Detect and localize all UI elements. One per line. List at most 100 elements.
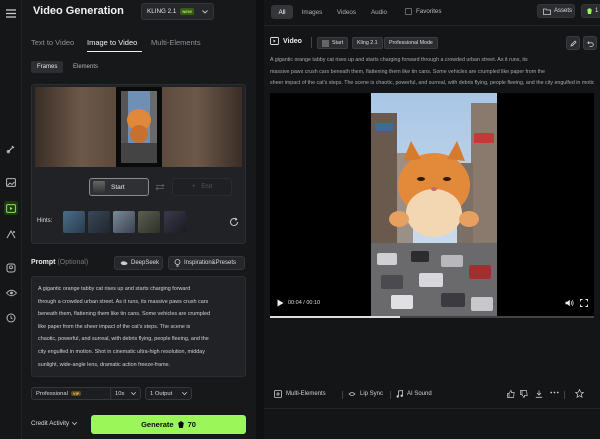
output-count-select[interactable]: 1 Output <box>145 387 192 400</box>
swap-icon[interactable] <box>155 183 165 191</box>
filter-audio[interactable]: Audio <box>367 5 391 19</box>
deepseek-button[interactable]: DeepSeek <box>114 256 163 270</box>
credits-button[interactable]: 1 <box>581 4 600 18</box>
start-frame-label: Start <box>111 183 125 191</box>
page-title: Video Generation <box>33 5 124 17</box>
play-icon[interactable] <box>277 299 284 307</box>
video-section-title: Video <box>270 37 302 45</box>
preview-thumbnail <box>116 87 162 167</box>
hint-thumb-4[interactable] <box>138 211 160 233</box>
tab-image-to-video[interactable]: Image to Video <box>87 38 137 47</box>
hint-thumb-3[interactable] <box>113 211 135 233</box>
filter-all[interactable]: All <box>271 5 293 19</box>
hint-thumb-2[interactable] <box>88 211 110 233</box>
pencil-icon <box>569 39 577 47</box>
image-icon[interactable] <box>4 175 18 189</box>
tag-start-label: Start <box>332 40 344 46</box>
duration-value: 10s <box>115 390 125 397</box>
end-frame-label: End <box>201 184 213 190</box>
star-icon[interactable] <box>575 389 584 398</box>
filter-images[interactable]: Images <box>298 5 326 19</box>
generate-label: Generate <box>141 420 174 429</box>
header-divider <box>264 25 600 26</box>
credit-activity-button[interactable]: Credit Activity <box>31 420 78 427</box>
playback-time: 00:04 / 00:10 <box>288 300 321 306</box>
eye-icon[interactable] <box>4 286 18 300</box>
start-thumb <box>322 39 329 47</box>
hint-thumb-5[interactable] <box>164 211 186 233</box>
video-frame <box>371 93 497 317</box>
edit-button[interactable] <box>566 36 580 50</box>
video-icon <box>270 37 279 45</box>
action-divider <box>390 391 391 399</box>
hints-label: Hints: <box>37 218 53 224</box>
credit-activity-label: Credit Activity <box>31 420 70 427</box>
thumbs-down-icon[interactable] <box>520 390 528 398</box>
more-icon[interactable] <box>550 391 559 394</box>
action-divider <box>342 391 343 399</box>
video-player[interactable]: 00:04 / 00:10 <box>270 93 594 317</box>
prompt-label-text: Prompt <box>31 259 56 266</box>
favorites-checkbox[interactable] <box>405 8 412 15</box>
start-frame-thumb <box>93 181 105 193</box>
ai-sound-button[interactable]: AI Sound <box>396 390 432 398</box>
favorites-toggle[interactable]: Favorites <box>405 8 441 15</box>
subtab-frames[interactable]: Frames <box>31 61 64 73</box>
undo-icon <box>586 40 594 47</box>
tab-text-to-video[interactable]: Text to Video <box>31 38 74 47</box>
tag-divider <box>311 37 312 48</box>
model-select[interactable]: KLING 2.1 NEW <box>141 3 214 20</box>
prompt-line: through a crowded urban street. As it ru… <box>38 298 209 305</box>
brush-icon[interactable] <box>4 142 18 156</box>
end-frame-button[interactable]: + End <box>172 178 232 196</box>
credit-icon <box>587 8 592 14</box>
multi-elements-button[interactable]: Multi-Elements <box>274 390 326 398</box>
description-line: massive paws crush cars beneath them, fl… <box>270 68 545 75</box>
assets-button[interactable]: Assets <box>537 4 575 18</box>
prompt-line: chaotic, powerful, and surreal, with deb… <box>38 336 209 343</box>
inspiration-presets-button[interactable]: Inspiration&Presets <box>168 256 245 270</box>
prompt-textarea[interactable]: A gigantic orange tabby cat rises up and… <box>31 276 246 377</box>
chevron-down-icon <box>72 422 78 425</box>
effects-icon[interactable] <box>4 227 18 241</box>
menu-icon[interactable] <box>4 6 18 20</box>
subtab-elements[interactable]: Elements <box>67 61 104 73</box>
hint-thumb-1[interactable] <box>63 211 85 233</box>
tag-model: Kling 2.1 <box>352 37 383 49</box>
video-prompt-text: A gigantic orange tabby cat rises up and… <box>270 55 594 90</box>
favorites-label: Favorites <box>416 8 442 15</box>
fullscreen-icon[interactable] <box>580 299 588 307</box>
active-tab-indicator <box>87 51 142 52</box>
download-icon[interactable] <box>535 390 543 398</box>
start-frame-button[interactable]: Start <box>89 178 149 196</box>
lip-sync-icon <box>348 390 356 398</box>
duration-select[interactable]: 10s <box>110 387 141 400</box>
volume-icon[interactable] <box>565 299 574 307</box>
generate-button[interactable]: Generate 70 <box>91 415 246 434</box>
generation-panel: Video Generation KLING 2.1 NEW Text to V… <box>22 0 256 439</box>
filter-videos[interactable]: Videos <box>333 5 360 19</box>
mode-value: Professional <box>36 390 68 397</box>
progress-fill <box>270 316 400 318</box>
thumbs-up-icon[interactable] <box>507 390 515 398</box>
description-line: A gigantic orange tabby cat rises up and… <box>270 57 528 63</box>
folder-icon <box>543 8 551 15</box>
video-icon[interactable] <box>4 201 18 215</box>
lightbulb-icon <box>174 259 181 267</box>
prompt-line: like paper from the sheer impact of the … <box>38 323 191 330</box>
tab-multi-elements[interactable]: Multi-Elements <box>151 38 201 47</box>
icon-rail <box>0 0 22 439</box>
start-frame-preview[interactable] <box>35 87 242 167</box>
refresh-icon[interactable] <box>229 217 239 227</box>
new-badge: NEW <box>180 8 194 15</box>
prompt-line: A gigantic orange tabby cat rises up and… <box>38 286 191 292</box>
assets-label: Assets <box>554 8 573 14</box>
avatar-icon[interactable] <box>4 261 18 275</box>
reuse-button[interactable] <box>583 36 597 50</box>
lip-sync-button[interactable]: Lip Sync <box>348 390 383 398</box>
prompt-line: sunlight, wide-angle lens, dramatic acti… <box>38 361 171 368</box>
history-icon[interactable] <box>4 311 18 325</box>
ai-sound-label: AI Sound <box>407 391 432 397</box>
chevron-down-icon <box>131 392 136 395</box>
chevron-down-icon <box>202 9 208 14</box>
